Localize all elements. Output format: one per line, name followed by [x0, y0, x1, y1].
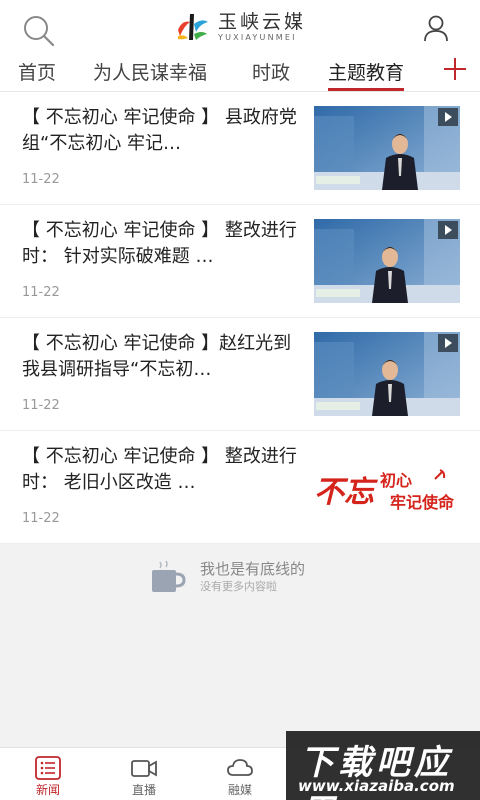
news-title: 【 不忘初心 牢记使命 】 县政府党组“不忘初心 牢记… [22, 107, 297, 154]
search-icon[interactable] [22, 14, 56, 48]
news-thumbnail: 不忘 初心 牢记使命 [314, 445, 460, 529]
nav-item-live[interactable]: 直播 [96, 748, 192, 800]
party-emblem-icon [434, 469, 446, 480]
tab-label: 为人民谋幸福 [93, 62, 208, 84]
nav-label: 融媒 [227, 783, 252, 797]
nav-label: 新闻 [35, 783, 60, 797]
play-icon [438, 221, 458, 239]
app-header: 玉峡云媒 YUXIAYUNMEI [0, 0, 480, 54]
logo-chinese-text: 玉峡云媒 [218, 11, 307, 33]
tab-serve-people[interactable]: 为人民谋幸福 [93, 58, 207, 85]
news-thumbnail [314, 219, 460, 303]
app-logo: 玉峡云媒 YUXIAYUNMEI [172, 10, 306, 44]
news-title: 【 不忘初心 牢记使命 】 整改进行时： 老旧小区改造 … [22, 446, 297, 493]
nav-item-news[interactable]: 新闻 [0, 748, 96, 800]
news-date: 11-22 [22, 285, 60, 300]
nav-label: 直播 [131, 783, 156, 797]
banner-right-text-2: 牢记使命 [390, 493, 455, 512]
news-title: 【 不忘初心 牢记使命 】 整改进行时： 针对实际破难题 … [22, 220, 297, 267]
news-item[interactable]: 【 不忘初心 牢记使命 】 整改进行时： 老旧小区改造 … 11-22 不忘 初… [0, 431, 480, 544]
news-date: 11-22 [22, 172, 60, 187]
tab-label: 时政 [252, 62, 291, 84]
play-icon [438, 334, 458, 352]
end-of-list-area: 我也是有底线的 没有更多内容啦 [0, 544, 480, 747]
logo-mark-icon [172, 10, 212, 44]
nav-item-media[interactable]: 融媒 [192, 748, 288, 800]
news-list: 【 不忘初心 牢记使命 】 县政府党组“不忘初心 牢记… 11-22 【 不忘初… [0, 92, 480, 544]
watermark: 下载吧应用 www.xiazaiba.com [286, 731, 480, 800]
banner-right-text-1: 初心 [380, 471, 413, 490]
news-thumbnail [314, 332, 460, 416]
news-date: 11-22 [22, 511, 60, 526]
news-item[interactable]: 【 不忘初心 牢记使命 】 县政府党组“不忘初心 牢记… 11-22 [0, 92, 480, 205]
news-date: 11-22 [22, 398, 60, 413]
category-tabs: 首页 为人民谋幸福 时政 主题教育 [0, 54, 480, 92]
video-camera-icon [131, 760, 157, 777]
play-icon [438, 108, 458, 126]
end-message: 我也是有底线的 [200, 560, 306, 578]
add-channel-icon[interactable] [442, 56, 468, 82]
news-thumbnail [314, 106, 460, 190]
coffee-cup-icon [152, 560, 186, 592]
tab-label: 首页 [18, 62, 57, 84]
end-submessage: 没有更多内容啦 [200, 580, 277, 593]
news-title: 【 不忘初心 牢记使命 】赵红光到我县调研指导“不忘初… [22, 333, 292, 380]
banner-left-text: 不忘 [314, 475, 374, 510]
news-item[interactable]: 【 不忘初心 牢记使命 】赵红光到我县调研指导“不忘初… 11-22 [0, 318, 480, 431]
tab-politics[interactable]: 时政 [252, 58, 290, 85]
logo-english-text: YUXIAYUNMEI [218, 33, 297, 42]
tab-label: 主题教育 [328, 62, 405, 84]
cloud-icon [227, 759, 253, 776]
list-icon [35, 756, 61, 780]
watermark-url-text: www.xiazaiba.com [298, 777, 455, 795]
tab-theme-education[interactable]: 主题教育 [328, 58, 405, 91]
news-item[interactable]: 【 不忘初心 牢记使命 】 整改进行时： 针对实际破难题 … 11-22 [0, 205, 480, 318]
active-tab-indicator [328, 88, 405, 91]
tab-home[interactable]: 首页 [18, 58, 56, 85]
user-profile-icon[interactable] [422, 14, 450, 42]
